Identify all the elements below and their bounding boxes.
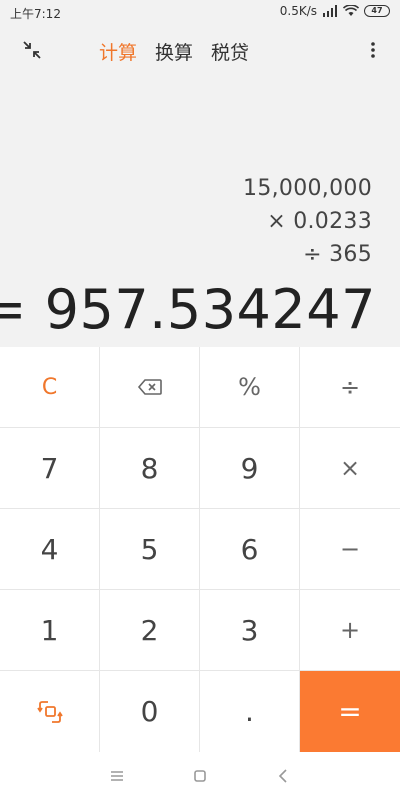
result-display: = 957.534247: [0, 278, 376, 341]
digit-9-button[interactable]: 9: [200, 428, 300, 509]
expression-line: ÷ 365: [303, 242, 372, 267]
digit-3-button[interactable]: 3: [200, 590, 300, 671]
switch-mode-icon: [36, 700, 63, 723]
navigation-bar: [0, 752, 400, 800]
backspace-button[interactable]: [100, 347, 200, 428]
wifi-icon: [343, 5, 359, 16]
top-bar: 计算 换算 税贷: [0, 28, 400, 74]
digit-8-button[interactable]: 8: [100, 428, 200, 509]
collapse-arrows-icon[interactable]: [22, 40, 42, 60]
keypad: C % ÷ 7 8 9 × 4 5 6 − 1 2 3 + 0 . =: [0, 347, 400, 752]
expression-line: × 0.0233: [267, 209, 372, 234]
expression-line: 15,000,000: [243, 176, 372, 201]
status-right: 0.5K/s 47: [280, 4, 390, 18]
digit-4-button[interactable]: 4: [0, 509, 100, 590]
home-icon[interactable]: [190, 766, 210, 786]
more-vertical-icon[interactable]: [370, 38, 376, 62]
subtract-button[interactable]: −: [300, 509, 400, 590]
backspace-icon: [137, 379, 162, 395]
mode-tabs: 计算 换算 税贷: [99, 38, 249, 65]
network-speed: 0.5K/s: [279, 4, 317, 18]
multiply-button[interactable]: ×: [300, 428, 400, 509]
equals-button[interactable]: =: [300, 671, 400, 752]
tab-tax-loan[interactable]: 税贷: [211, 38, 249, 65]
digit-7-button[interactable]: 7: [0, 428, 100, 509]
digit-2-button[interactable]: 2: [100, 590, 200, 671]
digit-0-button[interactable]: 0: [100, 671, 200, 752]
add-button[interactable]: +: [300, 590, 400, 671]
decimal-button[interactable]: .: [200, 671, 300, 752]
switch-mode-button[interactable]: [0, 671, 100, 752]
divide-button[interactable]: ÷: [300, 347, 400, 428]
status-time: 上午7:12: [10, 7, 61, 21]
back-icon[interactable]: [274, 766, 294, 786]
tab-calculate[interactable]: 计算: [99, 38, 137, 65]
digit-1-button[interactable]: 1: [0, 590, 100, 671]
digit-6-button[interactable]: 6: [200, 509, 300, 590]
tab-convert[interactable]: 换算: [155, 38, 193, 65]
signal-icon: [323, 5, 337, 17]
percent-button[interactable]: %: [200, 347, 300, 428]
status-bar: 上午7:12 0.5K/s 47: [0, 0, 400, 26]
digit-5-button[interactable]: 5: [100, 509, 200, 590]
menu-icon[interactable]: [107, 766, 127, 786]
battery-indicator: 47: [364, 5, 390, 17]
clear-button[interactable]: C: [0, 347, 100, 428]
